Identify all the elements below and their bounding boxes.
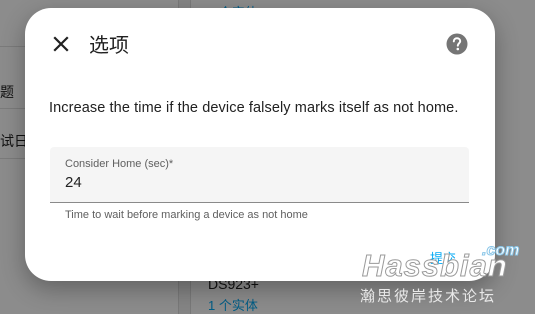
dialog-title: 选项 — [89, 33, 129, 57]
consider-home-field[interactable]: Consider Home (sec)* — [50, 147, 469, 203]
consider-home-input[interactable] — [65, 174, 445, 191]
options-dialog: 选项 Increase the time if the device false… — [25, 8, 495, 281]
dialog-description: Increase the time if the device falsely … — [49, 100, 459, 116]
help-button[interactable] — [446, 33, 468, 55]
field-label: Consider Home (sec)* — [65, 158, 174, 170]
field-helper-text: Time to wait before marking a device as … — [65, 209, 308, 221]
close-button[interactable] — [49, 32, 73, 56]
submit-button[interactable]: 提交 — [430, 248, 456, 267]
close-icon — [53, 36, 69, 52]
help-circle-icon — [446, 33, 468, 55]
